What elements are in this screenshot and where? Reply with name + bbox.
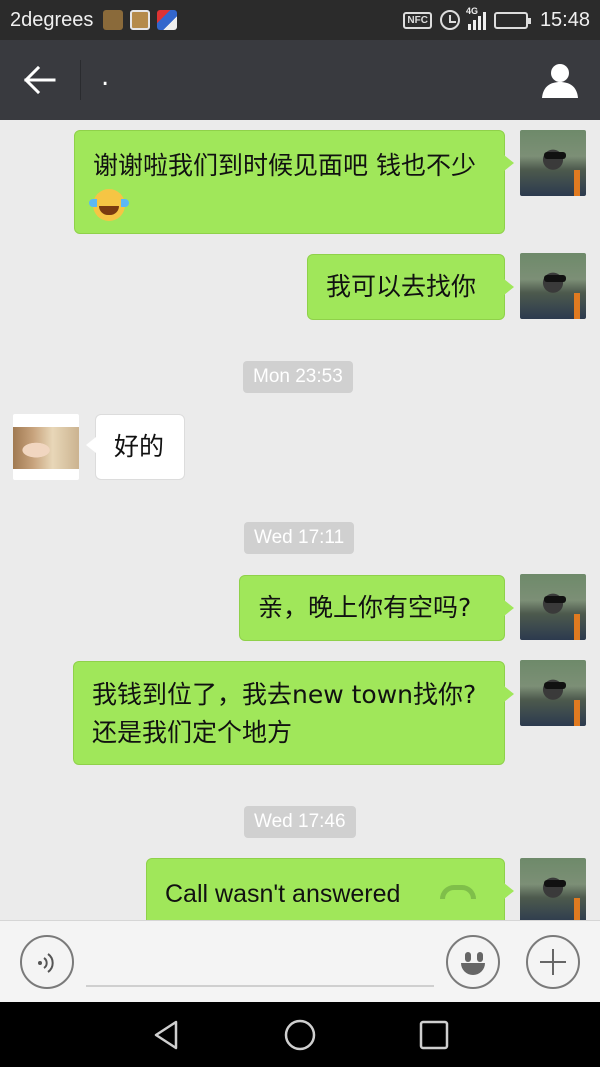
notification-gallery-icon [157,10,178,30]
my-avatar[interactable] [520,253,586,319]
my-avatar[interactable] [520,130,586,196]
my-avatar[interactable] [520,574,586,640]
voice-icon [38,953,54,973]
emoji-button[interactable] [446,935,500,989]
message-text: 我可以去找你 [326,272,477,301]
header-divider [80,60,81,100]
message-bubble-incoming[interactable]: 好的 [86,414,185,480]
message-text-line: 还是我们定个地方 [92,718,293,747]
person-icon [542,64,578,98]
message-input[interactable] [86,985,434,987]
notification-image-icon [130,10,151,30]
back-button[interactable] [0,40,80,120]
back-arrow-icon [24,66,56,94]
nav-recents-icon[interactable] [417,1018,451,1052]
system-navigation-bar [0,1002,600,1067]
alarm-icon [439,10,460,30]
timestamp: Wed 17:11 [244,522,355,554]
carrier-name: 2degrees [10,8,94,31]
contact-avatar[interactable] [13,414,79,480]
message-bubble-outgoing[interactable]: 谢谢啦我们到时候见面吧 钱也不少 [74,130,514,234]
message-list[interactable]: 谢谢啦我们到时候见面吧 钱也不少 我可以去找你 Mon 23:53 好的 Wed… [0,120,600,920]
message-text: 亲，晚上你有空吗? [258,593,472,622]
signal-icon: 4G [466,6,486,30]
message-bubble-outgoing[interactable]: 我钱到位了，我去new town找你? 还是我们定个地方 [73,661,514,765]
message-text: 好的 [114,432,165,461]
input-bar [0,920,600,1002]
battery-icon [493,11,531,29]
chat-title: . [101,62,110,92]
call-status-text: Call wasn't answered [165,880,401,908]
message-text-line: 我钱到位了，我去new town找你? [92,680,477,709]
tears-of-joy-emoji-icon [89,189,129,221]
chat-header: . [0,40,600,120]
chat-info-button[interactable] [520,40,600,120]
message-bubble-outgoing[interactable]: 我可以去找你 [307,254,514,320]
status-time: 15:48 [539,8,590,31]
my-avatar[interactable] [520,660,586,726]
notification-app-icon [103,10,124,30]
network-type: 4G [465,6,478,16]
voice-input-button[interactable] [20,935,74,989]
phone-hangup-icon [440,885,476,899]
status-bar: 2degrees NFC 4G 15:48 [0,0,600,40]
timestamp: Mon 23:53 [243,361,353,393]
more-options-button[interactable] [526,935,580,989]
nav-back-icon[interactable] [150,1018,184,1052]
nfc-icon: NFC [403,11,432,29]
call-message-bubble[interactable]: Call wasn't answered [146,858,514,920]
message-text: 谢谢啦我们到时候见面吧 钱也不少 [93,151,476,180]
my-avatar[interactable] [520,858,586,920]
message-bubble-outgoing[interactable]: 亲，晚上你有空吗? [239,575,514,641]
nav-home-icon[interactable] [283,1018,317,1052]
timestamp: Wed 17:46 [244,806,356,838]
